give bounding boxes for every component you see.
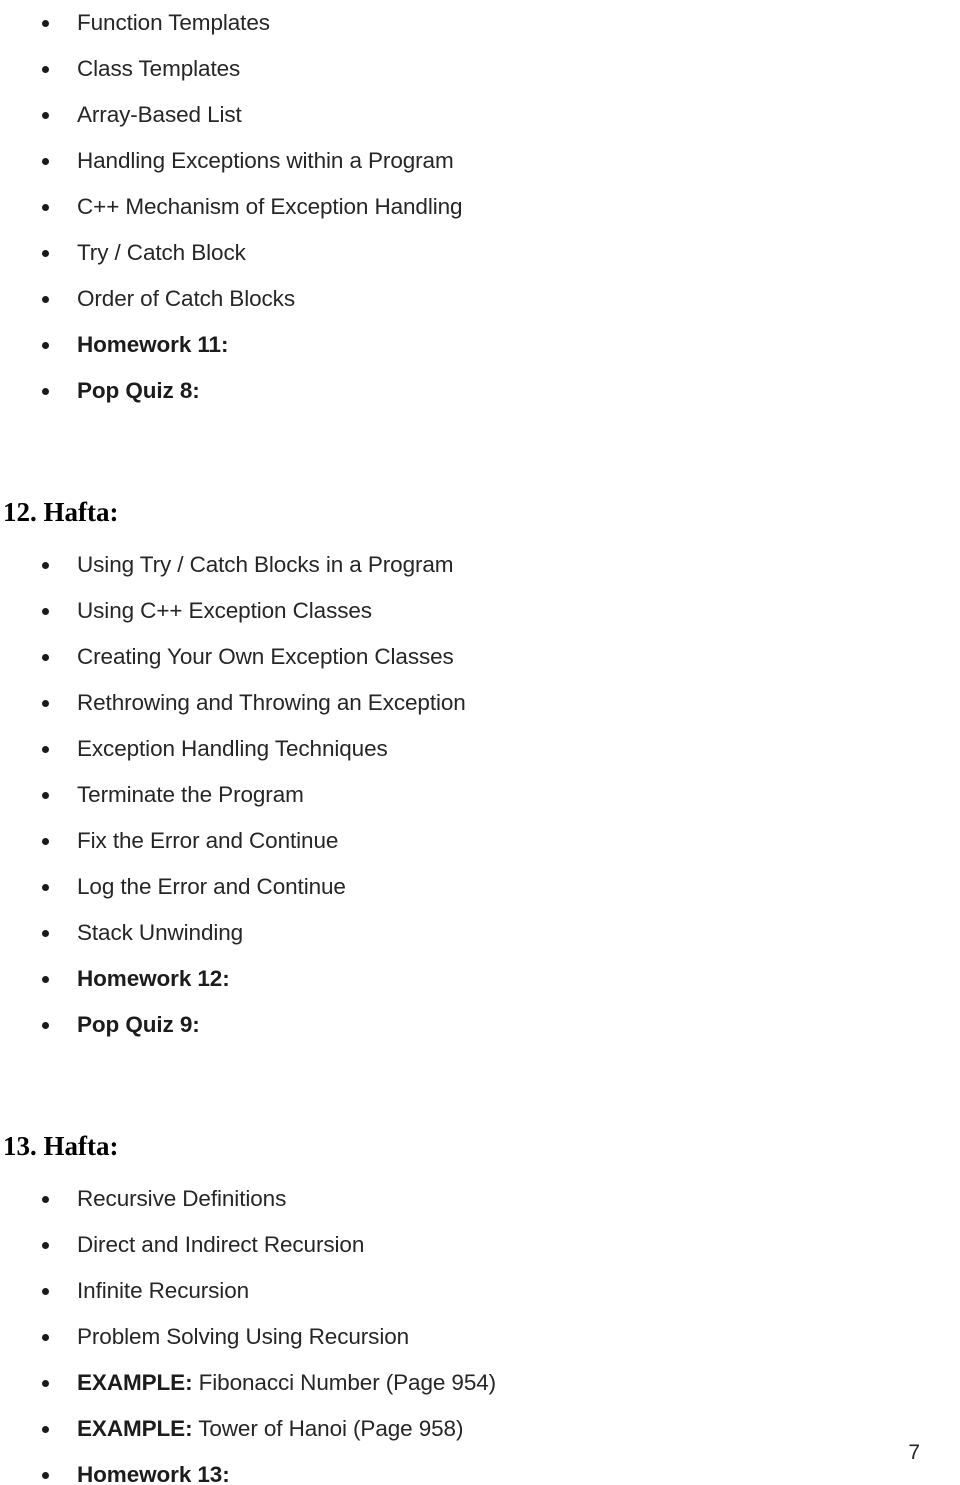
list-item: EXAMPLE: Fibonacci Number (Page 954)	[0, 1360, 960, 1406]
bullet-dot-icon	[42, 1195, 49, 1203]
bullet-dot-icon	[42, 1021, 49, 1029]
list-item: EXAMPLE: Tower of Hanoi (Page 958)	[0, 1406, 960, 1452]
bullet-dot-icon	[42, 883, 49, 891]
bullet-dot-icon	[42, 65, 49, 73]
bullet-dot-icon	[42, 561, 49, 569]
list-item: Pop Quiz 8:	[0, 368, 960, 414]
bullet-list: Recursive Definitions Direct and Indirect…	[0, 1176, 960, 1485]
list-item: Homework 13:	[0, 1452, 960, 1485]
bullet-dot-icon	[42, 791, 49, 799]
list-item: Log the Error and Continue	[0, 864, 960, 910]
list-item-label: Creating Your Own Exception Classes	[77, 644, 454, 669]
bullet-dot-icon	[42, 19, 49, 27]
bullet-dot-icon	[42, 1287, 49, 1295]
bullet-dot-icon	[42, 653, 49, 661]
list-item: Try / Catch Block	[0, 230, 960, 276]
list-item-label: Fix the Error and Continue	[77, 828, 339, 853]
bullet-dot-icon	[42, 341, 49, 349]
list-item: Problem Solving Using Recursion	[0, 1314, 960, 1360]
list-item-label: Function Templates	[77, 10, 270, 35]
bullet-dot-icon	[42, 929, 49, 937]
list-item-label: Class Templates	[77, 56, 241, 81]
list-item: Fix the Error and Continue	[0, 818, 960, 864]
page-content: Function Templates Class Templates Array-B…	[0, 0, 960, 1485]
bullet-dot-icon	[42, 1379, 49, 1387]
list-item: C++ Mechanism of Exception Handling	[0, 184, 960, 230]
list-item-label: Handling Exceptions within a Program	[77, 148, 454, 173]
bullet-dot-icon	[42, 745, 49, 753]
page-number: 7	[908, 1441, 920, 1464]
list-item-label: Pop Quiz 9:	[77, 1012, 200, 1037]
list-item-label: Array-Based List	[77, 102, 242, 127]
list-item: Infinite Recursion	[0, 1268, 960, 1314]
list-item-label: Terminate the Program	[77, 782, 304, 807]
bullet-list: Function Templates Class Templates Array-B…	[0, 0, 960, 414]
list-item: Pop Quiz 9:	[0, 1002, 960, 1048]
bullet-dot-icon	[42, 1471, 49, 1479]
list-item-label: Exception Handling Techniques	[77, 736, 388, 761]
list-item-label: Infinite Recursion	[77, 1278, 250, 1303]
list-item: Terminate the Program	[0, 772, 960, 818]
list-item: Homework 11:	[0, 322, 960, 368]
bullet-dot-icon	[42, 295, 49, 303]
bullet-dot-icon	[42, 203, 49, 211]
bullet-dot-icon	[42, 1425, 49, 1433]
list-item: Handling Exceptions within a Program	[0, 138, 960, 184]
list-item-lead: EXAMPLE:	[77, 1370, 193, 1395]
list-item-label: Rethrowing and Throwing an Exception	[77, 690, 466, 715]
list-item: Order of Catch Blocks	[0, 276, 960, 322]
list-item: Stack Unwinding	[0, 910, 960, 956]
list-item-label: Stack Unwinding	[77, 920, 244, 945]
list-item-label: Using Try / Catch Blocks in a Program	[77, 552, 454, 577]
bullet-dot-icon	[42, 607, 49, 615]
bullet-dot-icon	[42, 837, 49, 845]
list-item-label: Fibonacci Number (Page 954)	[192, 1370, 497, 1395]
list-item: Creating Your Own Exception Classes	[0, 634, 960, 680]
list-item-lead: EXAMPLE:	[77, 1416, 193, 1441]
list-item-label: Homework 11:	[77, 332, 229, 357]
bullet-dot-icon	[42, 157, 49, 165]
bullet-dot-icon	[42, 249, 49, 257]
bullet-dot-icon	[42, 1333, 49, 1341]
list-item-label: Log the Error and Continue	[77, 874, 346, 899]
list-item-label: Using C++ Exception Classes	[77, 598, 372, 623]
list-item-label: Tower of Hanoi (Page 958)	[192, 1416, 464, 1441]
list-item: Using C++ Exception Classes	[0, 588, 960, 634]
list-item-label: Problem Solving Using Recursion	[77, 1324, 410, 1349]
list-item-label: Direct and Indirect Recursion	[77, 1232, 365, 1257]
list-item: Homework 12:	[0, 956, 960, 1002]
list-item: Exception Handling Techniques	[0, 726, 960, 772]
list-item-label: Recursive Definitions	[77, 1186, 287, 1211]
list-item-label: C++ Mechanism of Exception Handling	[77, 194, 463, 219]
list-item: Rethrowing and Throwing an Exception	[0, 680, 960, 726]
bullet-dot-icon	[42, 387, 49, 395]
list-item: Class Templates	[0, 46, 960, 92]
list-item: Recursive Definitions	[0, 1176, 960, 1222]
section-heading: 13. Hafta:	[3, 1131, 119, 1161]
list-item-label: Homework 13:	[77, 1462, 230, 1485]
section-heading: 12. Hafta:	[3, 497, 119, 527]
bullet-dot-icon	[42, 975, 49, 983]
list-item-label: Homework 12:	[77, 966, 230, 991]
document-page: Function Templates Class Templates Array-B…	[0, 0, 960, 1485]
list-item: Function Templates	[0, 0, 960, 46]
bullet-list: Using Try / Catch Blocks in a Program Usi…	[0, 542, 960, 1048]
list-item-label: Try / Catch Block	[77, 240, 246, 265]
bullet-dot-icon	[42, 699, 49, 707]
bullet-dot-icon	[42, 1241, 49, 1249]
list-item: Direct and Indirect Recursion	[0, 1222, 960, 1268]
bullet-dot-icon	[42, 111, 49, 119]
list-item: Using Try / Catch Blocks in a Program	[0, 542, 960, 588]
list-item-label: Order of Catch Blocks	[77, 286, 295, 311]
list-item-label: Pop Quiz 8:	[77, 378, 200, 403]
list-item: Array-Based List	[0, 92, 960, 138]
